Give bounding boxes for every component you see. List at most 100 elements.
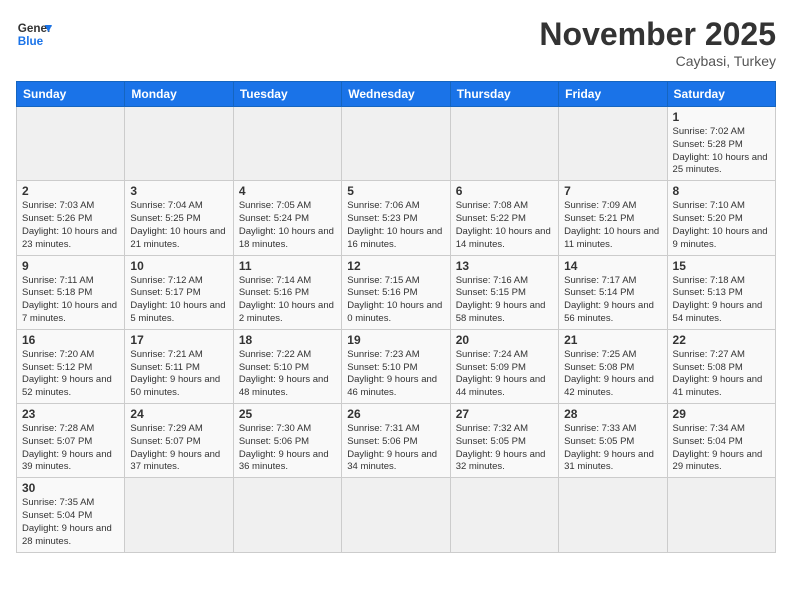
table-row: 27Sunrise: 7:32 AM Sunset: 5:05 PM Dayli… <box>450 404 558 478</box>
table-row: 16 Sunrise: 7:20 AM Sunset: 5:12 PM Dayli… <box>17 329 125 403</box>
day-number: 28 <box>564 407 661 421</box>
logo-icon: General Blue <box>16 16 52 52</box>
empty-day <box>559 478 667 552</box>
header-tuesday: Tuesday <box>233 82 341 107</box>
table-row: 19Sunrise: 7:23 AM Sunset: 5:10 PM Dayli… <box>342 329 450 403</box>
empty-day <box>559 107 667 181</box>
day-info: Sunrise: 7:14 AM Sunset: 5:16 PM Dayligh… <box>239 275 336 326</box>
table-row: 14Sunrise: 7:17 AM Sunset: 5:14 PM Dayli… <box>559 255 667 329</box>
day-number: 26 <box>347 407 444 421</box>
day-number: 8 <box>673 184 770 198</box>
svg-text:Blue: Blue <box>18 35 44 48</box>
table-row: 9 Sunrise: 7:11 AM Sunset: 5:18 PM Daylig… <box>17 255 125 329</box>
day-number: 24 <box>130 407 227 421</box>
day-number: 15 <box>673 259 770 273</box>
day-info: Sunrise: 7:12 AM Sunset: 5:17 PM Dayligh… <box>130 275 227 326</box>
day-number: 16 <box>22 333 119 347</box>
day-info: Sunrise: 7:06 AM Sunset: 5:23 PM Dayligh… <box>347 200 444 251</box>
day-info: Sunrise: 7:27 AM Sunset: 5:08 PM Dayligh… <box>673 349 770 400</box>
table-row: 25 Sunrise: 7:30 AM Sunset: 5:06 PM Dayli… <box>233 404 341 478</box>
day-info: Sunrise: 7:20 AM Sunset: 5:12 PM Dayligh… <box>22 349 119 400</box>
location-subtitle: Caybasi, Turkey <box>539 53 776 69</box>
calendar-table: Sunday Monday Tuesday Wednesday Thursday… <box>16 81 776 553</box>
day-number: 4 <box>239 184 336 198</box>
day-info: Sunrise: 7:18 AM Sunset: 5:13 PM Dayligh… <box>673 275 770 326</box>
table-row: 2 Sunrise: 7:03 AM Sunset: 5:26 PM Daylig… <box>17 181 125 255</box>
empty-day <box>342 478 450 552</box>
empty-day <box>667 478 775 552</box>
table-row: 13 Sunrise: 7:16 AM Sunset: 5:15 PM Dayli… <box>450 255 558 329</box>
day-info: Sunrise: 7:05 AM Sunset: 5:24 PM Dayligh… <box>239 200 336 251</box>
day-number: 2 <box>22 184 119 198</box>
day-number: 13 <box>456 259 553 273</box>
day-info: Sunrise: 7:30 AM Sunset: 5:06 PM Dayligh… <box>239 423 336 474</box>
day-number: 23 <box>22 407 119 421</box>
day-info: Sunrise: 7:09 AM Sunset: 5:21 PM Dayligh… <box>564 200 661 251</box>
header-thursday: Thursday <box>450 82 558 107</box>
table-row: 6 Sunrise: 7:08 AM Sunset: 5:22 PM Daylig… <box>450 181 558 255</box>
empty-day <box>342 107 450 181</box>
page-header: General Blue November 2025 Caybasi, Turk… <box>16 16 776 69</box>
day-number: 10 <box>130 259 227 273</box>
day-info: Sunrise: 7:02 AM Sunset: 5:28 PM Dayligh… <box>673 126 770 177</box>
table-row: 21Sunrise: 7:25 AM Sunset: 5:08 PM Dayli… <box>559 329 667 403</box>
day-number: 9 <box>22 259 119 273</box>
table-row: 1Sunrise: 7:02 AM Sunset: 5:28 PM Daylig… <box>667 107 775 181</box>
title-block: November 2025 Caybasi, Turkey <box>539 16 776 69</box>
table-row: 15 Sunrise: 7:18 AM Sunset: 5:13 PM Dayli… <box>667 255 775 329</box>
day-info: Sunrise: 7:16 AM Sunset: 5:15 PM Dayligh… <box>456 275 553 326</box>
table-row: 17Sunrise: 7:21 AM Sunset: 5:11 PM Dayli… <box>125 329 233 403</box>
day-info: Sunrise: 7:34 AM Sunset: 5:04 PM Dayligh… <box>673 423 770 474</box>
empty-day <box>125 107 233 181</box>
empty-day <box>17 107 125 181</box>
day-number: 11 <box>239 259 336 273</box>
table-row: 18Sunrise: 7:22 AM Sunset: 5:10 PM Dayli… <box>233 329 341 403</box>
table-row: 28 Sunrise: 7:33 AM Sunset: 5:05 PM Dayli… <box>559 404 667 478</box>
header-saturday: Saturday <box>667 82 775 107</box>
header-monday: Monday <box>125 82 233 107</box>
empty-day <box>450 478 558 552</box>
table-row: 30Sunrise: 7:35 AM Sunset: 5:04 PM Dayli… <box>17 478 125 552</box>
day-number: 6 <box>456 184 553 198</box>
day-info: Sunrise: 7:33 AM Sunset: 5:05 PM Dayligh… <box>564 423 661 474</box>
logo: General Blue <box>16 16 52 52</box>
day-info: Sunrise: 7:35 AM Sunset: 5:04 PM Dayligh… <box>22 497 119 548</box>
day-info: Sunrise: 7:22 AM Sunset: 5:10 PM Dayligh… <box>239 349 336 400</box>
table-row: 10 Sunrise: 7:12 AM Sunset: 5:17 PM Dayli… <box>125 255 233 329</box>
day-info: Sunrise: 7:21 AM Sunset: 5:11 PM Dayligh… <box>130 349 227 400</box>
empty-day <box>125 478 233 552</box>
day-info: Sunrise: 7:31 AM Sunset: 5:06 PM Dayligh… <box>347 423 444 474</box>
day-info: Sunrise: 7:28 AM Sunset: 5:07 PM Dayligh… <box>22 423 119 474</box>
table-row: 4 Sunrise: 7:05 AM Sunset: 5:24 PM Daylig… <box>233 181 341 255</box>
day-number: 12 <box>347 259 444 273</box>
month-title: November 2025 <box>539 16 776 53</box>
day-number: 25 <box>239 407 336 421</box>
header-wednesday: Wednesday <box>342 82 450 107</box>
table-row: 11 Sunrise: 7:14 AM Sunset: 5:16 PM Dayli… <box>233 255 341 329</box>
empty-day <box>450 107 558 181</box>
table-row: 23 Sunrise: 7:28 AM Sunset: 5:07 PM Dayli… <box>17 404 125 478</box>
day-number: 27 <box>456 407 553 421</box>
day-number: 19 <box>347 333 444 347</box>
day-number: 29 <box>673 407 770 421</box>
table-row: 26 Sunrise: 7:31 AM Sunset: 5:06 PM Dayli… <box>342 404 450 478</box>
day-info: Sunrise: 7:29 AM Sunset: 5:07 PM Dayligh… <box>130 423 227 474</box>
day-number: 20 <box>456 333 553 347</box>
header-sunday: Sunday <box>17 82 125 107</box>
day-info: Sunrise: 7:15 AM Sunset: 5:16 PM Dayligh… <box>347 275 444 326</box>
day-number: 22 <box>673 333 770 347</box>
table-row: 20Sunrise: 7:24 AM Sunset: 5:09 PM Dayli… <box>450 329 558 403</box>
day-info: Sunrise: 7:03 AM Sunset: 5:26 PM Dayligh… <box>22 200 119 251</box>
day-info: Sunrise: 7:08 AM Sunset: 5:22 PM Dayligh… <box>456 200 553 251</box>
table-row: 8 Sunrise: 7:10 AM Sunset: 5:20 PM Daylig… <box>667 181 775 255</box>
day-info: Sunrise: 7:25 AM Sunset: 5:08 PM Dayligh… <box>564 349 661 400</box>
day-info: Sunrise: 7:11 AM Sunset: 5:18 PM Dayligh… <box>22 275 119 326</box>
table-row: 22 Sunrise: 7:27 AM Sunset: 5:08 PM Dayli… <box>667 329 775 403</box>
day-number: 7 <box>564 184 661 198</box>
day-info: Sunrise: 7:10 AM Sunset: 5:20 PM Dayligh… <box>673 200 770 251</box>
day-info: Sunrise: 7:17 AM Sunset: 5:14 PM Dayligh… <box>564 275 661 326</box>
day-number: 3 <box>130 184 227 198</box>
day-info: Sunrise: 7:04 AM Sunset: 5:25 PM Dayligh… <box>130 200 227 251</box>
table-row: 12 Sunrise: 7:15 AM Sunset: 5:16 PM Dayli… <box>342 255 450 329</box>
empty-day <box>233 478 341 552</box>
